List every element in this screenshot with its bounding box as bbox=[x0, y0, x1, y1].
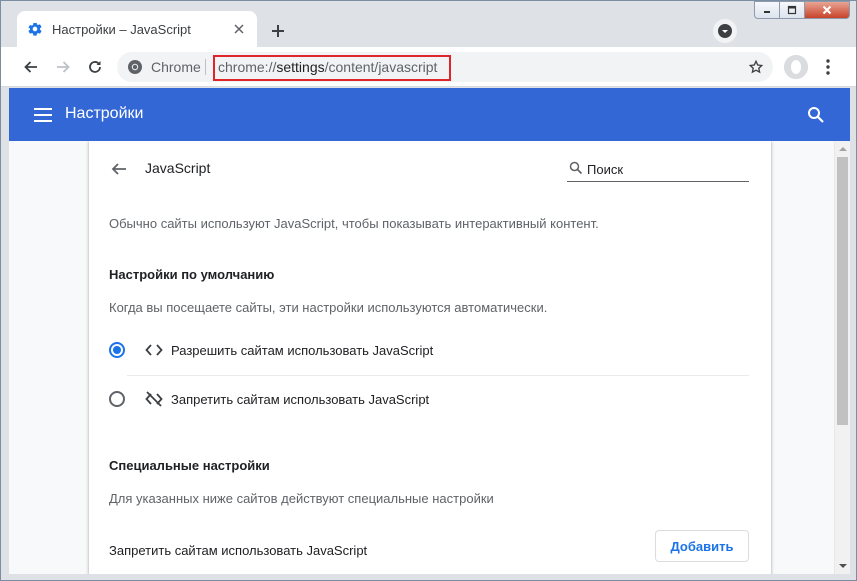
forward-button[interactable] bbox=[49, 53, 77, 81]
code-icon bbox=[145, 341, 163, 359]
browser-window: Настройки – JavaScript Chrome chrome://s… bbox=[0, 0, 857, 581]
close-window-button[interactable] bbox=[804, 1, 850, 19]
tab-title: Настройки – JavaScript bbox=[52, 21, 191, 37]
url-text[interactable]: chrome://settings/content/javascript bbox=[218, 59, 437, 75]
block-list-label: Запретить сайтам использовать JavaScript bbox=[109, 543, 368, 558]
custom-settings-heading: Специальные настройки bbox=[109, 458, 270, 473]
subpage-search-field[interactable] bbox=[567, 157, 749, 182]
vertical-scrollbar[interactable] bbox=[834, 141, 850, 574]
address-separator bbox=[205, 59, 206, 75]
window-frame-bottom bbox=[1, 574, 856, 580]
radio-button-checked[interactable] bbox=[109, 342, 125, 358]
maximize-button[interactable] bbox=[779, 1, 805, 19]
default-settings-description: Когда вы посещаете сайты, эти настройки … bbox=[109, 300, 548, 315]
back-button[interactable] bbox=[17, 53, 45, 81]
search-input[interactable] bbox=[587, 159, 737, 179]
gear-icon bbox=[27, 21, 43, 37]
scroll-up-icon[interactable] bbox=[835, 141, 851, 157]
menu-kebab-icon[interactable] bbox=[818, 55, 838, 79]
settings-header: Настройки bbox=[9, 88, 850, 141]
back-arrow-icon[interactable] bbox=[107, 157, 131, 181]
javascript-settings-card: JavaScript Обычно сайты используют JavaS… bbox=[89, 141, 771, 574]
bookmark-star-icon[interactable] bbox=[747, 58, 765, 76]
radio-label: Разрешить сайтам использовать JavaScript bbox=[171, 343, 434, 358]
browser-toolbar: Chrome chrome://settings/content/javascr… bbox=[1, 47, 856, 87]
url-host: settings bbox=[276, 59, 325, 75]
profile-avatar-icon[interactable] bbox=[784, 55, 808, 79]
radio-label: Запретить сайтам использовать JavaScript bbox=[171, 392, 430, 407]
page-title: Настройки bbox=[65, 105, 144, 122]
minimize-button[interactable] bbox=[754, 1, 780, 19]
address-bar[interactable]: Chrome chrome://settings/content/javascr… bbox=[117, 52, 773, 82]
code-off-icon bbox=[145, 390, 163, 408]
radio-button-unchecked[interactable] bbox=[109, 391, 125, 407]
chrome-icon bbox=[127, 59, 143, 75]
reload-button[interactable] bbox=[81, 53, 109, 81]
tab-close-icon[interactable] bbox=[231, 21, 247, 37]
url-path: /content/javascript bbox=[324, 59, 438, 75]
radio-block-javascript[interactable]: Запретить сайтам использовать JavaScript bbox=[107, 376, 749, 424]
tab-strip: Настройки – JavaScript bbox=[1, 1, 856, 47]
new-tab-button[interactable] bbox=[264, 17, 292, 45]
hamburger-menu-icon[interactable] bbox=[31, 103, 55, 127]
radio-allow-javascript[interactable]: Разрешить сайтам использовать JavaScript bbox=[107, 327, 749, 375]
custom-settings-description: Для указанных ниже сайтов действуют спец… bbox=[109, 491, 494, 506]
scroll-down-icon[interactable] bbox=[835, 558, 851, 574]
url-scheme: chrome:// bbox=[218, 59, 277, 75]
tab-settings-javascript[interactable]: Настройки – JavaScript bbox=[17, 11, 257, 47]
window-controls bbox=[754, 1, 850, 19]
tab-search-dropdown-icon[interactable] bbox=[713, 19, 737, 43]
default-settings-heading: Настройки по умолчанию bbox=[109, 267, 275, 282]
subpage-title: JavaScript bbox=[145, 160, 211, 176]
search-icon bbox=[569, 161, 583, 175]
scrollbar-thumb[interactable] bbox=[837, 157, 848, 425]
settings-content: JavaScript Обычно сайты используют JavaS… bbox=[9, 141, 834, 574]
search-icon[interactable] bbox=[804, 103, 828, 127]
add-button[interactable]: Добавить bbox=[655, 530, 749, 562]
javascript-description: Обычно сайты используют JavaScript, чтоб… bbox=[109, 216, 599, 231]
site-label: Chrome bbox=[151, 59, 201, 75]
